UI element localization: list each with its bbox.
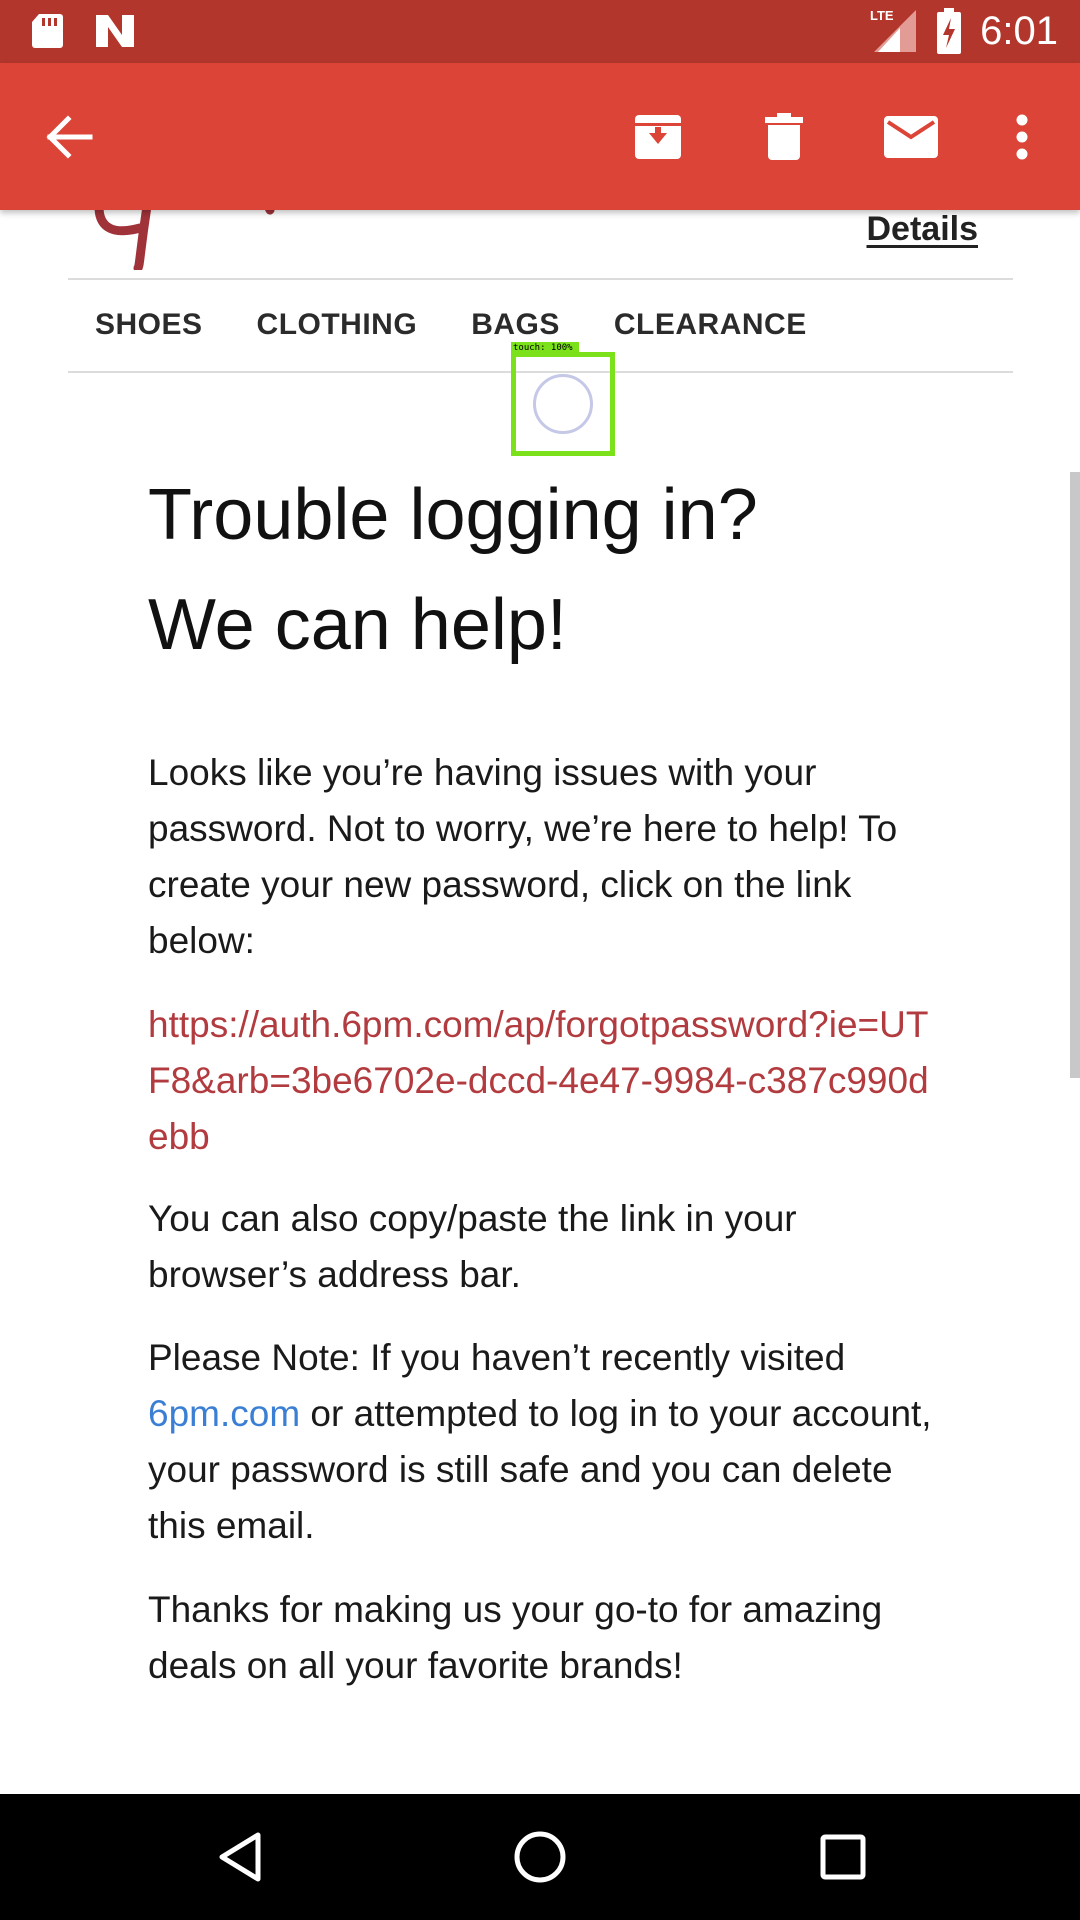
network-type: LTE xyxy=(870,8,894,23)
headline-line1: Trouble logging in? xyxy=(148,475,758,555)
status-system: LTE 6:01 xyxy=(870,6,1058,56)
touch-indicator-circle xyxy=(533,374,593,434)
status-bar: LTE 6:01 xyxy=(0,0,1080,63)
copy-paste-paragraph: You can also copy/paste the link in your… xyxy=(148,1198,797,1295)
archive-button[interactable] xyxy=(622,101,694,173)
n-notification-icon xyxy=(96,15,134,47)
headline-line2: We can help! xyxy=(148,585,567,665)
nav-item-clearance[interactable]: CLEARANCE xyxy=(614,308,807,342)
sd-card-icon xyxy=(32,14,63,48)
email-headline: Trouble logging in? We can help! xyxy=(148,460,968,680)
thanks-paragraph: Thanks for making us your go-to for amaz… xyxy=(148,1589,883,1686)
system-nav-bar xyxy=(0,1794,1080,1920)
category-nav: SHOES CLOTHING BAGS CLEARANCE xyxy=(95,308,861,342)
divider-top xyxy=(68,278,1013,280)
nav-item-shoes[interactable]: SHOES xyxy=(95,308,203,342)
more-options-button[interactable] xyxy=(986,101,1058,173)
delete-icon xyxy=(765,113,803,160)
recents-square-icon xyxy=(820,1834,866,1880)
nav-item-clothing[interactable]: CLOTHING xyxy=(257,308,418,342)
note-text-before: Please Note: If you haven’t recently vis… xyxy=(148,1337,846,1378)
more-vert-icon xyxy=(1016,114,1028,160)
note-paragraph: Please Note: If you haven’t recently vis… xyxy=(148,1330,948,1554)
battery-charging-icon xyxy=(937,8,962,54)
back-button[interactable] xyxy=(34,101,106,173)
nav-home-button[interactable] xyxy=(510,1827,570,1887)
status-time: 6:01 xyxy=(980,8,1058,53)
home-circle-icon xyxy=(514,1831,566,1883)
back-triangle-icon xyxy=(219,1832,261,1882)
brand-logo xyxy=(94,210,275,270)
nav-back-button[interactable] xyxy=(210,1827,270,1887)
app-bar xyxy=(0,63,1080,210)
nav-recents-button[interactable] xyxy=(813,1827,873,1887)
intro-paragraph: Looks like you’re having issues with you… xyxy=(148,752,898,961)
reset-link-paragraph: https://auth.6pm.com/ap/forgotpassword?i… xyxy=(148,997,948,1165)
archive-icon xyxy=(635,115,681,159)
nav-item-bags[interactable]: BAGS xyxy=(471,308,560,342)
delete-button[interactable] xyxy=(748,101,820,173)
scrollbar[interactable] xyxy=(1070,472,1080,1078)
site-link[interactable]: 6pm.com xyxy=(148,1393,300,1434)
back-arrow-icon xyxy=(46,115,93,159)
status-notifications xyxy=(30,12,136,50)
mark-unread-icon xyxy=(884,116,938,158)
details-link[interactable]: Details xyxy=(867,210,979,249)
password-reset-link[interactable]: https://auth.6pm.com/ap/forgotpassword?i… xyxy=(148,1004,929,1157)
mark-unread-button[interactable] xyxy=(875,101,947,173)
lte-signal-icon: LTE xyxy=(870,8,917,52)
